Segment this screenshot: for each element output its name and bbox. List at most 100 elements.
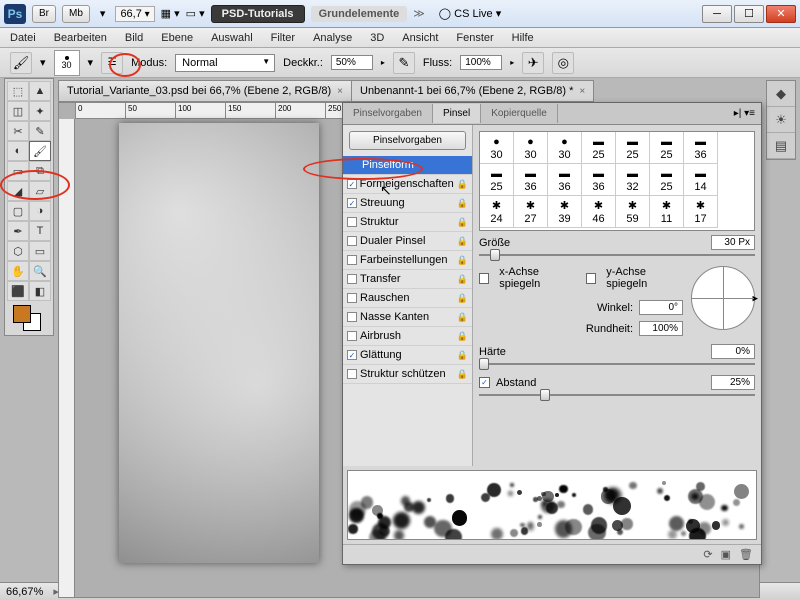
brush-tip[interactable]: ▬25 xyxy=(650,164,684,196)
tool-7-1[interactable]: T xyxy=(29,221,51,241)
roundness-field[interactable]: 100% xyxy=(639,321,683,336)
canvas[interactable] xyxy=(119,123,319,563)
brush-tip[interactable]: ▬36 xyxy=(548,164,582,196)
tab-doc2[interactable]: Unbenannt-1 bei 66,7% (Ebene 2, RGB/8) *… xyxy=(351,80,594,102)
tool-3-0[interactable]: ◐ xyxy=(7,141,29,161)
status-zoom[interactable]: 66,67% xyxy=(6,586,43,598)
tool-2-1[interactable]: ✎ xyxy=(29,121,51,141)
brush-tip[interactable]: ●30 xyxy=(548,132,582,164)
brush-tip[interactable]: ✱39 xyxy=(548,196,582,228)
tool-8-0[interactable]: ⬡ xyxy=(7,241,29,261)
close-icon[interactable]: × xyxy=(337,86,343,97)
brush-preview[interactable]: 30 xyxy=(54,50,80,76)
tool-0-1[interactable]: ▲ xyxy=(29,81,51,101)
brush-opt-4[interactable]: Dualer Pinsel🔒 xyxy=(343,232,472,251)
tool-6-0[interactable]: ▢ xyxy=(7,201,29,221)
tool-1-1[interactable]: ✦ xyxy=(29,101,51,121)
menu-ansicht[interactable]: Ansicht xyxy=(402,32,438,44)
brush-tip[interactable]: ▬25 xyxy=(582,132,616,164)
brush-tip[interactable]: ✱17 xyxy=(684,196,718,228)
menu-auswahl[interactable]: Auswahl xyxy=(211,32,253,44)
checkbox[interactable] xyxy=(347,331,357,341)
tool-2-0[interactable]: ✂ xyxy=(7,121,29,141)
tool-6-1[interactable]: ◑ xyxy=(29,201,51,221)
menu-analyse[interactable]: Analyse xyxy=(313,32,352,44)
tool-1-0[interactable]: ◫ xyxy=(7,101,29,121)
brush-opt-8[interactable]: Nasse Kanten🔒 xyxy=(343,308,472,327)
brush-opt-0[interactable]: Pinselform xyxy=(343,156,472,175)
brush-opt-9[interactable]: Airbrush🔒 xyxy=(343,327,472,346)
brush-tip[interactable]: ●30 xyxy=(514,132,548,164)
layers-icon[interactable]: ▤ xyxy=(767,133,795,159)
angle-field[interactable]: 0° xyxy=(639,300,683,315)
brush-opt-6[interactable]: Transfer🔒 xyxy=(343,270,472,289)
tool-10-0[interactable]: ⬛ xyxy=(7,281,29,301)
checkbox[interactable] xyxy=(347,312,357,322)
tab-doc1[interactable]: Tutorial_Variante_03.psd bei 66,7% (Eben… xyxy=(58,80,352,102)
mirror-x-checkbox[interactable] xyxy=(479,273,489,284)
zoom-field[interactable]: 66,7 ▾ xyxy=(115,6,154,22)
brush-tip[interactable]: ▬25 xyxy=(650,132,684,164)
checkbox[interactable]: ✓ xyxy=(347,198,357,208)
menu-datei[interactable]: Datei xyxy=(10,32,36,44)
opacity-field[interactable]: 50% xyxy=(331,55,373,70)
brush-tips-grid[interactable]: ●30●30●30▬25▬25▬25▬36▬25▬36▬36▬36▬32▬25▬… xyxy=(479,131,755,231)
foreground-swatch[interactable] xyxy=(13,305,31,323)
checkbox[interactable] xyxy=(347,217,357,227)
tool-5-0[interactable]: ◢ xyxy=(7,181,29,201)
brush-panel-toggle-icon[interactable]: ☲ xyxy=(101,52,123,74)
brush-opt-7[interactable]: Rauschen🔒 xyxy=(343,289,472,308)
tool-5-1[interactable]: ▱ xyxy=(29,181,51,201)
brush-opt-1[interactable]: ✓Formeigenschaften🔒 xyxy=(343,175,472,194)
cslive-button[interactable]: CS Live xyxy=(454,8,493,20)
adjustments-icon[interactable]: ☀ xyxy=(767,107,795,133)
brush-opt-10[interactable]: ✓Glättung🔒 xyxy=(343,346,472,365)
spacing-slider[interactable] xyxy=(479,394,755,396)
tab-pinsel[interactable]: Pinsel xyxy=(433,104,481,123)
checkbox[interactable] xyxy=(347,274,357,284)
menu-bild[interactable]: Bild xyxy=(125,32,143,44)
menu-ebene[interactable]: Ebene xyxy=(161,32,193,44)
brush-opt-5[interactable]: Farbeinstellungen🔒 xyxy=(343,251,472,270)
brush-opt-3[interactable]: Struktur🔒 xyxy=(343,213,472,232)
angle-widget[interactable]: ▸ xyxy=(691,266,755,330)
brush-tip[interactable]: ▬32 xyxy=(616,164,650,196)
brush-tip[interactable]: ✱24 xyxy=(480,196,514,228)
tab-pinselvorgaben[interactable]: Pinselvorgaben xyxy=(343,104,433,123)
tool-0-0[interactable]: ⬚ xyxy=(7,81,29,101)
menu-filter[interactable]: Filter xyxy=(271,32,295,44)
tool-4-1[interactable]: ⧉ xyxy=(29,161,51,181)
workspace-psdtutorials[interactable]: PSD-Tutorials xyxy=(211,5,305,23)
flow-field[interactable]: 100% xyxy=(460,55,502,70)
brush-tip[interactable]: ✱27 xyxy=(514,196,548,228)
tool-8-1[interactable]: ▭ xyxy=(29,241,51,261)
checkbox[interactable] xyxy=(347,293,357,303)
toggle-preview-icon[interactable]: ⟳ xyxy=(703,548,712,561)
menu-fenster[interactable]: Fenster xyxy=(456,32,493,44)
checkbox[interactable]: ✓ xyxy=(347,350,357,360)
new-brush-icon[interactable]: ▣ xyxy=(721,548,731,561)
brush-tip[interactable]: ▬25 xyxy=(616,132,650,164)
mirror-y-checkbox[interactable] xyxy=(586,273,596,284)
pinselvorgaben-button[interactable]: Pinselvorgaben xyxy=(349,131,466,150)
brush-tip[interactable]: ✱11 xyxy=(650,196,684,228)
close-icon[interactable]: × xyxy=(579,86,585,97)
menu-3d[interactable]: 3D xyxy=(370,32,384,44)
modus-dropdown[interactable]: Normal xyxy=(175,54,275,72)
spacing-field[interactable]: 25% xyxy=(711,375,755,390)
tool-4-0[interactable]: ▭ xyxy=(7,161,29,181)
hardness-field[interactable]: 0% xyxy=(711,344,755,359)
checkbox[interactable] xyxy=(347,369,357,379)
brush-opt-2[interactable]: ✓Streuung🔒 xyxy=(343,194,472,213)
maximize-button[interactable]: ☐ xyxy=(734,5,764,23)
brush-tip[interactable]: ▬36 xyxy=(514,164,548,196)
brush-tip[interactable]: ▬36 xyxy=(684,132,718,164)
hardness-slider[interactable] xyxy=(479,363,755,365)
brush-tip[interactable]: ▬25 xyxy=(480,164,514,196)
airbrush-icon[interactable]: ✈ xyxy=(522,52,544,74)
panel-menu-icon[interactable]: ▸| ▾≡ xyxy=(728,108,761,119)
tablet-size-icon[interactable]: ◎ xyxy=(552,52,574,74)
checkbox[interactable]: ✓ xyxy=(347,179,357,189)
tool-9-1[interactable]: 🔍 xyxy=(29,261,51,281)
brush-tip[interactable]: ●30 xyxy=(480,132,514,164)
